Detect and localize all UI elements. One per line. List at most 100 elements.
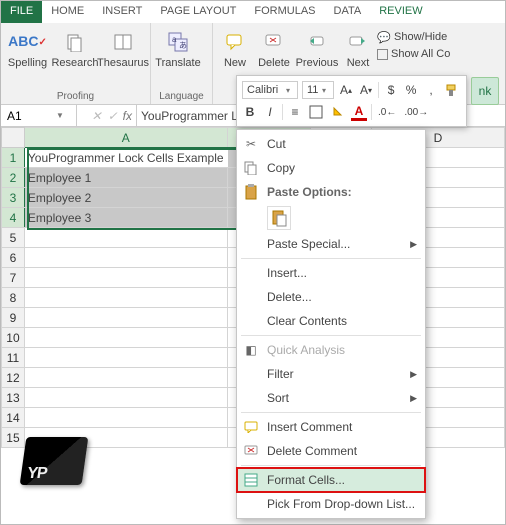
previous-icon [304, 29, 330, 55]
spelling-button[interactable]: ABC✓ Spelling [5, 27, 50, 69]
checkbox-icon [377, 49, 388, 60]
submenu-arrow-icon: ▶ [410, 369, 417, 380]
row-header[interactable]: 2 [2, 168, 25, 188]
row-header[interactable]: 15 [2, 428, 25, 448]
format-cells-icon [241, 470, 261, 490]
delete-comment-button[interactable]: Delete [255, 27, 293, 69]
cell[interactable] [24, 388, 227, 408]
row-header[interactable]: 4 [2, 208, 25, 228]
col-header-a[interactable]: A [24, 128, 227, 148]
paste-option-default[interactable] [267, 206, 291, 230]
research-button[interactable]: Research [52, 27, 98, 69]
font-color-button[interactable]: A [351, 103, 367, 121]
next-comment-button[interactable]: Next [341, 27, 375, 69]
cancel-icon[interactable]: ✕ [89, 109, 105, 123]
bold-button[interactable]: B [242, 103, 258, 121]
row-header[interactable]: 12 [2, 368, 25, 388]
cell[interactable] [24, 248, 227, 268]
cell[interactable] [24, 228, 227, 248]
ctx-cut[interactable]: ✂ Cut [237, 132, 425, 156]
cell[interactable] [24, 408, 227, 428]
ctx-clear-contents[interactable]: Clear Contents [237, 309, 425, 333]
tab-home[interactable]: HOME [42, 1, 93, 23]
paste-options-row [237, 204, 425, 232]
ctx-delete[interactable]: Delete... [237, 285, 425, 309]
comment-icon: 💬 [377, 27, 391, 47]
cell[interactable] [24, 288, 227, 308]
ctx-paste-special[interactable]: Paste Special... ▶ [237, 232, 425, 256]
tab-insert[interactable]: INSERT [93, 1, 151, 23]
decrease-decimal-button[interactable]: .0← [376, 103, 398, 121]
name-box-dropdown-icon[interactable]: ▼ [53, 111, 67, 120]
fill-color-button[interactable] [329, 103, 347, 121]
comma-button[interactable]: , [423, 81, 439, 99]
spelling-icon: ABC✓ [15, 29, 41, 55]
align-button[interactable]: ≡ [287, 103, 303, 121]
delete-comment-icon [261, 29, 287, 55]
percent-button[interactable]: % [403, 81, 419, 99]
cell[interactable] [24, 348, 227, 368]
fx-button[interactable]: fx [121, 109, 132, 123]
ctx-format-cells[interactable]: Format Cells... [237, 468, 425, 492]
enter-icon[interactable]: ✓ [105, 109, 121, 123]
row-header[interactable]: 9 [2, 308, 25, 328]
cell-a4[interactable]: Employee 3 [24, 208, 227, 228]
new-comment-icon [222, 29, 248, 55]
cell[interactable] [24, 328, 227, 348]
font-combo[interactable]: Calibri▾ [242, 81, 298, 99]
increase-decimal-button[interactable]: .00→ [402, 103, 430, 121]
currency-button[interactable]: $ [383, 81, 399, 99]
cell-a3[interactable]: Employee 2 [24, 188, 227, 208]
ctx-sort[interactable]: Sort▶ [237, 386, 425, 410]
cell-a1[interactable]: YouProgrammer Lock Cells Example [24, 148, 227, 168]
row-header[interactable]: 8 [2, 288, 25, 308]
cell[interactable] [24, 308, 227, 328]
tab-page-layout[interactable]: PAGE LAYOUT [151, 1, 245, 23]
grow-font-button[interactable]: A▴ [338, 81, 354, 99]
show-hide-comment[interactable]: 💬 Show/Hide [377, 29, 450, 45]
cell-a2[interactable]: Employee 1 [24, 168, 227, 188]
name-box[interactable]: ▼ [1, 105, 77, 126]
ctx-paste-options-header: Paste Options: [237, 180, 425, 204]
row-header[interactable]: 5 [2, 228, 25, 248]
italic-button[interactable]: I [262, 103, 278, 121]
tab-review[interactable]: REVIEW [370, 1, 431, 23]
ink-button[interactable]: nk [471, 77, 499, 105]
new-comment-button[interactable]: New [217, 27, 253, 69]
row-header[interactable]: 7 [2, 268, 25, 288]
group-language-label: Language [151, 90, 212, 104]
ctx-delete-comment[interactable]: Delete Comment [237, 439, 425, 463]
ctx-filter[interactable]: Filter▶ [237, 362, 425, 386]
font-size-combo[interactable]: 11▾ [302, 81, 334, 99]
ctx-pick-from-list[interactable]: Pick From Drop-down List... [237, 492, 425, 516]
row-header[interactable]: 1 [2, 148, 25, 168]
tab-data[interactable]: DATA [325, 1, 371, 23]
row-header[interactable]: 6 [2, 248, 25, 268]
format-painter-icon[interactable] [443, 81, 461, 99]
ctx-quick-analysis: ◧ Quick Analysis [237, 338, 425, 362]
show-all-comments[interactable]: Show All Co [377, 46, 450, 62]
select-all-corner[interactable] [2, 128, 25, 148]
row-header[interactable]: 14 [2, 408, 25, 428]
translate-button[interactable]: aあ Translate [155, 27, 201, 69]
shrink-font-button[interactable]: A▾ [358, 81, 374, 99]
watermark-logo: YP [20, 437, 89, 485]
border-button[interactable] [307, 103, 325, 121]
svg-text:あ: あ [179, 41, 187, 50]
cell[interactable] [24, 268, 227, 288]
name-box-input[interactable] [5, 108, 53, 124]
row-header[interactable]: 10 [2, 328, 25, 348]
ctx-copy[interactable]: Copy [237, 156, 425, 180]
tab-file[interactable]: FILE [1, 1, 42, 23]
row-header[interactable]: 11 [2, 348, 25, 368]
cell[interactable] [24, 368, 227, 388]
previous-comment-button[interactable]: Previous [295, 27, 339, 69]
tab-formulas[interactable]: FORMULAS [245, 1, 324, 23]
delete-comment-icon [241, 441, 261, 461]
ctx-insert-comment[interactable]: Insert Comment [237, 415, 425, 439]
thesaurus-button[interactable]: Thesaurus [100, 27, 146, 69]
fx-area: ✕ ✓ fx [77, 105, 137, 126]
row-header[interactable]: 3 [2, 188, 25, 208]
row-header[interactable]: 13 [2, 388, 25, 408]
ctx-insert[interactable]: Insert... [237, 261, 425, 285]
